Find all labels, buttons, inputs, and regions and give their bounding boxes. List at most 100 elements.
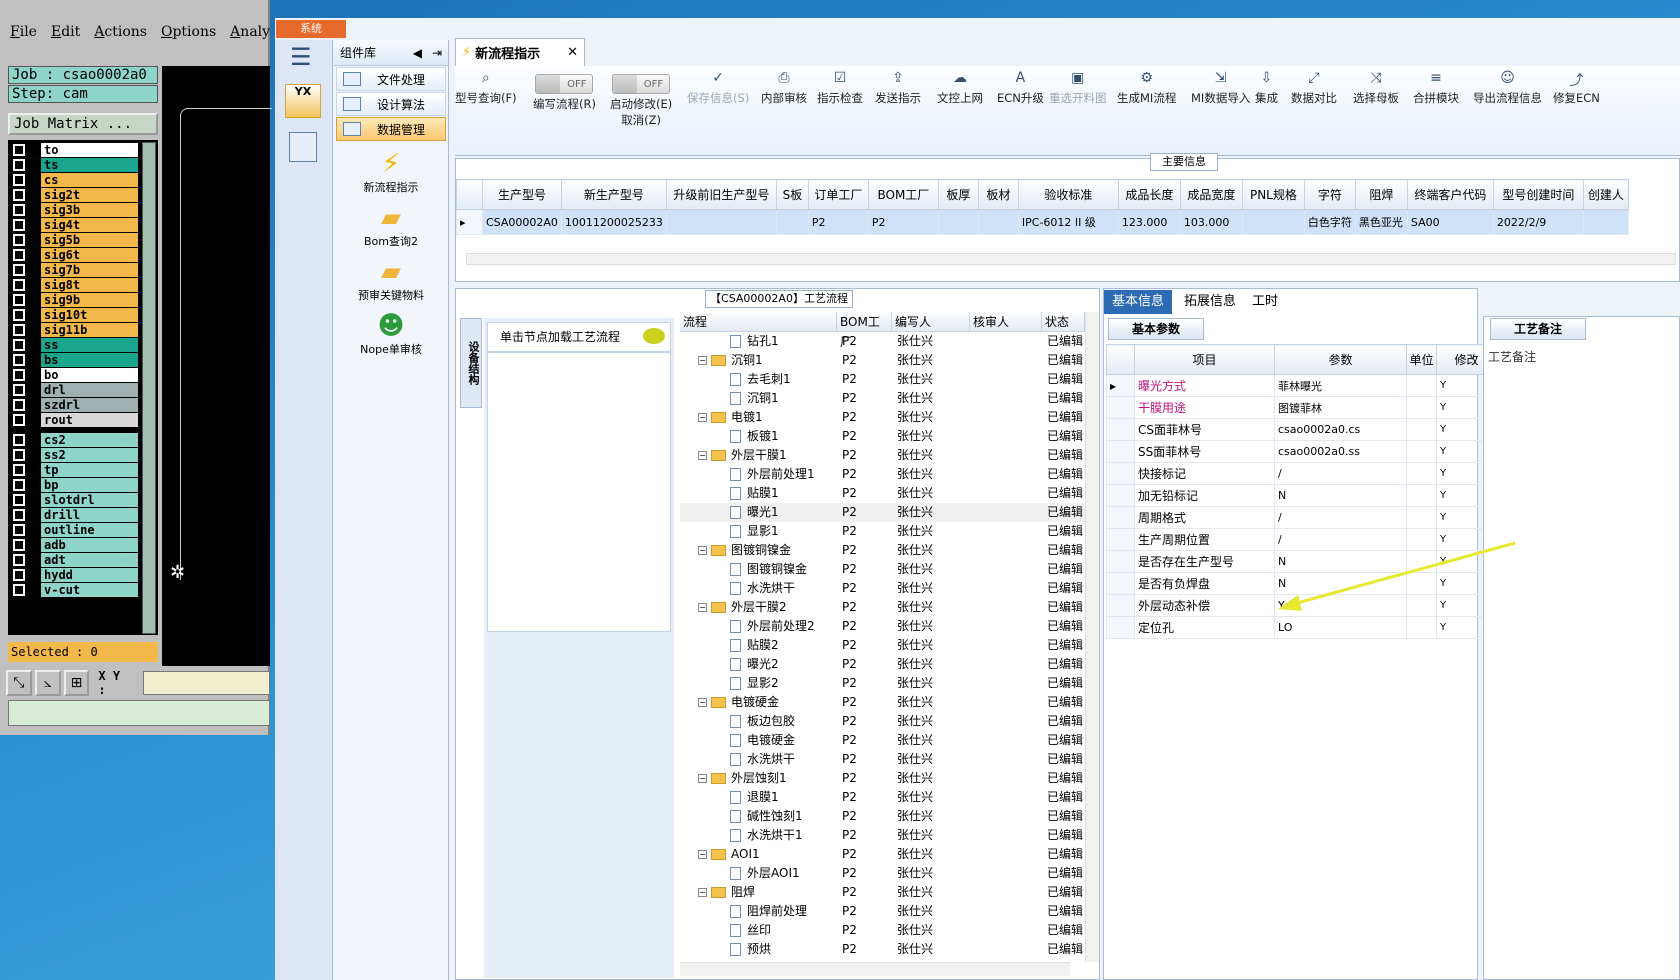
layer-checkbox[interactable] <box>13 143 25 156</box>
column-header[interactable]: 订单工厂 <box>807 179 869 210</box>
layer-checkbox[interactable] <box>13 538 25 551</box>
sidebar-item-file[interactable]: 文件处理 <box>336 67 446 91</box>
param-name[interactable]: 生产周期位置 <box>1134 528 1275 551</box>
layer-checkbox[interactable] <box>13 448 25 461</box>
param-col-unit[interactable]: 单位 <box>1406 344 1437 375</box>
pin-icon[interactable]: ⇥ <box>432 46 442 60</box>
tree-row[interactable]: − 沉铜1 P2 张仕兴 已编辑 <box>680 351 1085 370</box>
layer-row[interactable]: sig9b <box>10 292 138 307</box>
module-logo-icon[interactable]: YX <box>285 84 321 118</box>
column-header[interactable]: 型号创建时间 <box>1492 179 1584 210</box>
layer-name[interactable]: sig7b <box>41 262 138 277</box>
system-tab[interactable]: 系统 <box>276 20 346 38</box>
param-unit[interactable] <box>1406 462 1437 485</box>
table-cell[interactable] <box>937 209 979 235</box>
tree-row[interactable]: 沉铜1 P2 张仕兴 已编辑 <box>680 389 1085 408</box>
layer-row[interactable]: sig4t <box>10 217 138 232</box>
layer-checkbox[interactable] <box>13 523 25 536</box>
param-value[interactable]: csao0002a0.cs <box>1274 418 1407 441</box>
layer-row[interactable]: adt <box>10 552 138 567</box>
table-cell[interactable]: CSA00002A0 <box>482 209 562 235</box>
ribbon-button[interactable]: A ECN升级 <box>997 70 1044 150</box>
layer-list-scrollbar[interactable] <box>142 142 156 634</box>
calculator-icon[interactable] <box>289 132 317 162</box>
tool-nope-review[interactable]: ☻ Nope单审核 <box>334 311 448 357</box>
layer-row[interactable]: cs <box>10 172 138 187</box>
tree-row[interactable]: − AOI1 P2 张仕兴 已编辑 <box>680 845 1085 864</box>
layer-checkbox[interactable] <box>13 248 25 261</box>
layer-row[interactable]: sig3b <box>10 202 138 217</box>
grid-tool-icon[interactable]: ⊞ <box>63 670 90 696</box>
layer-row[interactable]: hydd <box>10 567 138 582</box>
tree-row[interactable]: 贴膜2 P2 张仕兴 已编辑 <box>680 636 1085 655</box>
tree-row[interactable]: 外层AOI1 P2 张仕兴 已编辑 <box>680 864 1085 883</box>
layer-name[interactable]: sig10t <box>41 307 138 322</box>
layer-checkbox[interactable] <box>13 583 25 596</box>
layer-checkbox[interactable] <box>13 478 25 491</box>
ribbon-button[interactable]: ▣ 重选开料图 <box>1049 70 1107 150</box>
menu-icon[interactable]: ☰ <box>290 43 312 71</box>
tree-row[interactable]: 钻孔1 P2 张仕兴 已编辑 <box>680 332 1085 351</box>
layer-name[interactable]: szdrl <box>41 397 138 412</box>
tree-row[interactable]: 曝光1 P2 张仕兴 已编辑 <box>680 503 1085 522</box>
table-cell[interactable]: P2 <box>867 209 939 235</box>
layer-name[interactable]: adt <box>41 552 138 567</box>
layer-row[interactable]: bp <box>10 477 138 492</box>
column-header[interactable]: 创建人 <box>1582 179 1629 210</box>
layer-name[interactable]: cs <box>41 172 138 187</box>
param-unit[interactable] <box>1406 418 1437 441</box>
menu-actions[interactable]: Actions <box>94 24 147 50</box>
table-cell[interactable]: IPC-6012 II 级 <box>1017 209 1119 235</box>
menu-analysis[interactable]: Analy <box>230 24 270 50</box>
column-header[interactable]: 板材 <box>977 179 1019 210</box>
tab-basic-params[interactable]: 基本参数 <box>1108 318 1204 340</box>
tree-row[interactable]: 水洗烘干1 P2 张仕兴 已编辑 <box>680 826 1085 845</box>
layer-name[interactable]: drl <box>41 382 138 397</box>
ribbon-button[interactable]: ⎙ 内部审核 <box>761 70 807 150</box>
column-header[interactable]: 成品长度 <box>1117 179 1181 210</box>
layer-checkbox[interactable] <box>13 218 25 231</box>
tree-row[interactable]: 显影1 P2 张仕兴 已编辑 <box>680 522 1085 541</box>
ribbon-button[interactable]: ⌕ 型号查询(F) <box>455 70 517 150</box>
layer-name[interactable]: sig9b <box>41 292 138 307</box>
layer-checkbox[interactable] <box>13 433 25 446</box>
measure-tool-icon[interactable]: ⦣ <box>34 670 61 696</box>
tree-row[interactable]: − 图镀铜镍金 P2 张仕兴 已编辑 <box>680 541 1085 560</box>
layer-row[interactable]: sig5b <box>10 232 138 247</box>
layer-checkbox[interactable] <box>13 553 25 566</box>
tab-basic-info[interactable]: 基本信息 <box>1104 290 1173 314</box>
layer-checkbox[interactable] <box>13 233 25 246</box>
tree-row[interactable]: 电镀硬金 P2 张仕兴 已编辑 <box>680 731 1085 750</box>
tree-row[interactable]: − 外层蚀刻1 P2 张仕兴 已编辑 <box>680 769 1085 788</box>
param-name[interactable]: 干膜用途 <box>1134 396 1275 419</box>
node-area[interactable] <box>487 352 671 632</box>
col-status[interactable]: 状态 <box>1042 312 1085 331</box>
menu-options[interactable]: Options <box>161 24 216 50</box>
layer-name[interactable]: v-cut <box>41 582 138 597</box>
tree-row[interactable]: 图镀铜镍金 P2 张仕兴 已编辑 <box>680 560 1085 579</box>
layer-name[interactable]: sig5b <box>41 232 138 247</box>
tree-row[interactable]: 外层前处理2 P2 张仕兴 已编辑 <box>680 617 1085 636</box>
layer-row[interactable]: drill <box>10 507 138 522</box>
param-unit[interactable] <box>1406 396 1437 419</box>
ribbon-button[interactable]: OFF 启动修改(E) 取消(Z) <box>610 74 672 154</box>
layer-name[interactable]: sig6t <box>41 247 138 262</box>
process-tree-hscrollbar[interactable] <box>680 962 1070 976</box>
ribbon-button[interactable]: ✓ 保存信息(S) <box>687 70 749 150</box>
layer-row[interactable]: sig7b <box>10 262 138 277</box>
table-cell[interactable]: 103.000 <box>1179 209 1243 235</box>
tab-new-process[interactable]: ⚡ 新流程指示 ✕ <box>455 38 585 66</box>
sidebar-item-algorithm[interactable]: 设计算法 <box>336 92 446 116</box>
tool-new-process[interactable]: ⚡ 新流程指示 <box>334 149 448 195</box>
param-name[interactable]: 是否有负焊盘 <box>1134 572 1275 595</box>
col-process[interactable]: 流程 <box>680 312 837 331</box>
collapse-toggle-icon[interactable]: − <box>698 850 707 859</box>
layer-row[interactable]: tp <box>10 462 138 477</box>
menu-file[interactable]: File <box>10 24 37 50</box>
layer-checkbox[interactable] <box>13 413 25 426</box>
layer-checkbox[interactable] <box>13 173 25 186</box>
layer-row[interactable]: bo <box>10 367 138 382</box>
param-name[interactable]: 加无铅标记 <box>1134 484 1275 507</box>
graphic-canvas[interactable]: ✲ <box>162 66 272 666</box>
param-row[interactable]: CS面菲林号 csao0002a0.cs Y <box>1106 418 1497 441</box>
